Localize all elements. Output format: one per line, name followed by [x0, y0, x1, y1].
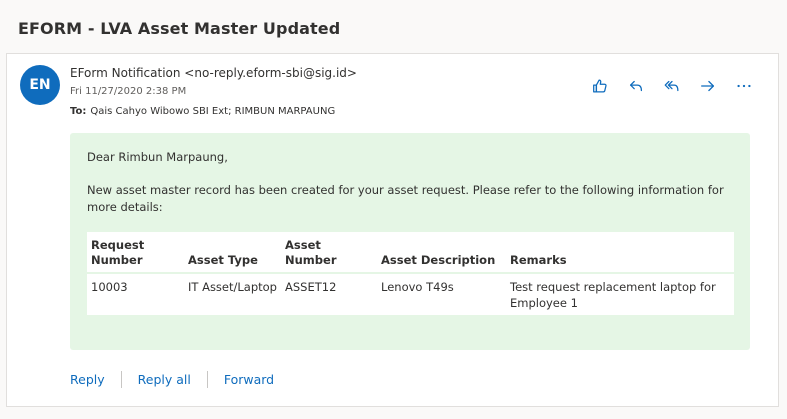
table-header-row: Request Number Asset Type Asset Number A… [87, 232, 734, 274]
greeting: Dear Rimbun Marpaung, [87, 150, 228, 164]
table-cell: IT Asset/Laptop [188, 280, 277, 294]
more-icon [737, 84, 751, 88]
table-cell: ASSET12 [285, 280, 337, 294]
subject-bar: EFORM - LVA Asset Master Updated [0, 0, 787, 56]
forward-button[interactable] [690, 74, 726, 98]
message-body: Dear Rimbun Marpaung, New asset master r… [70, 133, 750, 350]
reply-all-icon [664, 80, 679, 92]
like-icon [593, 79, 607, 93]
body-text: New asset master record has been created… [87, 183, 724, 214]
column-header: Asset Description [377, 232, 506, 274]
reply-icon [629, 80, 643, 92]
divider [120, 371, 122, 388]
table-row: 10003 IT Asset/Laptop ASSET12 Lenovo T49… [87, 273, 734, 315]
forward-link[interactable]: Forward [224, 372, 274, 387]
reply-button[interactable] [618, 74, 654, 98]
table-cell: Lenovo T49s [381, 280, 454, 294]
like-button[interactable] [582, 74, 618, 98]
recipients[interactable]: Qais Cahyo Wibowo SBI Ext; RIMBUN MARPAU… [90, 106, 335, 117]
recipients-line: To: Qais Cahyo Wibowo SBI Ext; RIMBUN MAR… [70, 106, 335, 117]
reply-bar: Reply Reply all Forward [70, 371, 274, 388]
sender-line[interactable]: EForm Notification <no-reply.eform-sbi@s… [70, 66, 357, 80]
column-header: Remarks [506, 232, 734, 274]
reply-all-button[interactable] [654, 74, 690, 98]
column-header: Request Number [87, 232, 184, 274]
email-subject: EFORM - LVA Asset Master Updated [18, 19, 341, 38]
more-actions-button[interactable] [726, 74, 762, 98]
reply-all-link[interactable]: Reply all [138, 372, 191, 387]
column-header: Asset Type [184, 232, 281, 274]
column-header: Asset Number [281, 232, 377, 274]
message-card: EN EForm Notification <no-reply.eform-sb… [6, 53, 779, 407]
forward-icon [701, 80, 715, 92]
sender-avatar[interactable]: EN [20, 65, 60, 105]
message-date: Fri 11/27/2020 2:38 PM [70, 86, 187, 97]
divider [206, 371, 208, 388]
asset-info-table: Request Number Asset Type Asset Number A… [87, 232, 734, 315]
to-label: To: [70, 106, 87, 117]
message-actions [582, 74, 762, 98]
table-cell: Test request replacement laptop for Empl… [510, 280, 716, 310]
table-cell: 10003 [91, 280, 128, 294]
reply-link[interactable]: Reply [70, 372, 105, 387]
